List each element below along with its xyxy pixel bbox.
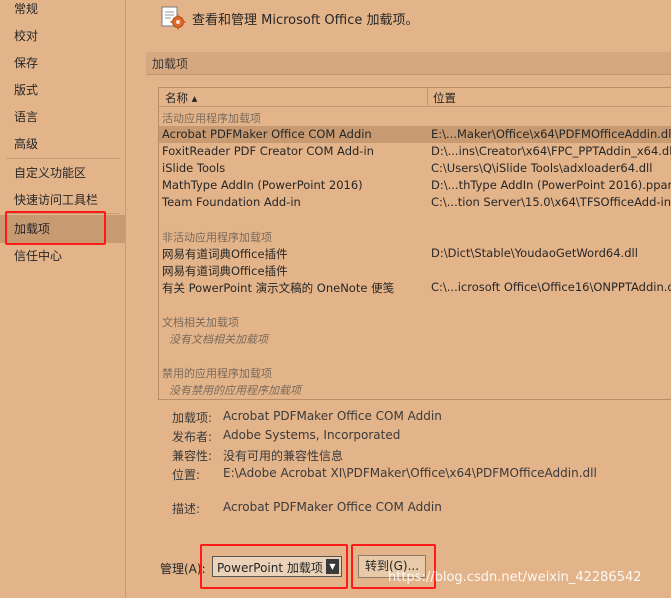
sidebar-item-customize-ribbon[interactable]: 自定义功能区	[0, 160, 125, 186]
group-title-document: 文档相关加载项	[162, 316, 239, 329]
addin-location: E:\...Maker\Office\x64\PDFMOfficeAddin.d…	[431, 127, 671, 141]
sidebar-divider	[6, 158, 120, 159]
section-header: 加载项	[146, 52, 671, 75]
sidebar-item-trust-center[interactable]: 信任中心	[0, 243, 125, 269]
column-divider[interactable]	[427, 88, 428, 106]
detail-label-description: 描述:	[172, 502, 201, 516]
addin-location: C:\Users\Q\iSlide Tools\adxloader64.dll	[431, 161, 653, 175]
sidebar-item-advanced[interactable]: 高级	[0, 131, 125, 157]
detail-value-location: E:\Adobe Acrobat XI\PDFMaker\Office\x64\…	[223, 466, 597, 480]
options-sidebar: 常规 校对 保存 版式 语言 高级 自定义功能区 快速访问工具栏 加载项 信任中…	[0, 0, 126, 598]
addin-name: MathType AddIn (PowerPoint 2016)	[162, 178, 363, 192]
group-title-active: 活动应用程序加载项	[162, 112, 261, 125]
addin-location: D:\...thType AddIn (PowerPoint 2016).ppa…	[431, 178, 671, 192]
sidebar-item-save[interactable]: 保存	[0, 50, 125, 76]
detail-label-location: 位置:	[172, 468, 201, 482]
detail-value-description: Acrobat PDFMaker Office COM Addin	[223, 500, 442, 514]
list-item[interactable]: Acrobat PDFMaker Office COM Addin E:\...…	[159, 126, 671, 143]
list-column-header: 名称 ▴ 位置	[159, 88, 671, 107]
highlight-box-manage	[200, 544, 348, 589]
detail-label-publisher: 发布者:	[172, 430, 213, 444]
detail-label-addin: 加载项:	[172, 411, 213, 425]
list-item[interactable]: MathType AddIn (PowerPoint 2016) D:\...t…	[159, 177, 671, 194]
list-item[interactable]: iSlide Tools C:\Users\Q\iSlide Tools\adx…	[159, 160, 671, 177]
addin-location: D:\Dict\Stable\YoudaoGetWord64.dll	[431, 246, 638, 260]
addin-name: Acrobat PDFMaker Office COM Addin	[162, 127, 372, 141]
sidebar-item-general[interactable]: 常规	[0, 0, 125, 22]
group-empty-disabled: 没有禁用的应用程序加载项	[169, 384, 301, 397]
addin-name: 有关 PowerPoint 演示文稿的 OneNote 便笺	[162, 281, 395, 295]
addin-name: FoxitReader PDF Creator COM Add-in	[162, 144, 374, 158]
page-description: 查看和管理 Microsoft Office 加载项。	[192, 13, 419, 28]
highlight-box-addins	[5, 211, 106, 245]
sidebar-item-language[interactable]: 语言	[0, 104, 125, 130]
list-item[interactable]: 网易有道词典Office插件 D:\Dict\Stable\YoudaoGetW…	[159, 245, 671, 262]
addin-name: iSlide Tools	[162, 161, 226, 175]
watermark-text: https://blog.csdn.net/weixin_42286542	[388, 570, 642, 585]
list-item[interactable]: FoxitReader PDF Creator COM Add-in D:\..…	[159, 143, 671, 160]
column-header-location[interactable]: 位置	[433, 90, 456, 106]
addin-location: D:\...ins\Creator\x64\FPC_PPTAddin_x64.d…	[431, 144, 671, 158]
manage-label: 管理(A):	[160, 562, 206, 576]
addins-list[interactable]: 名称 ▴ 位置 活动应用程序加载项 Acrobat PDFMaker Offic…	[158, 87, 671, 400]
addin-name: Team Foundation Add-in	[162, 195, 301, 209]
sidebar-item-quick-access-toolbar[interactable]: 快速访问工具栏	[0, 187, 125, 213]
detail-value-addin: Acrobat PDFMaker Office COM Addin	[223, 409, 442, 423]
column-header-name[interactable]: 名称 ▴	[165, 90, 197, 106]
section-title: 加载项	[152, 57, 189, 71]
sidebar-item-layout[interactable]: 版式	[0, 77, 125, 103]
group-empty-document: 没有文档相关加载项	[169, 333, 268, 346]
addin-name: 网易有道词典Office插件	[162, 264, 288, 278]
list-item[interactable]: Team Foundation Add-in C:\...tion Server…	[159, 194, 671, 211]
group-title-inactive: 非活动应用程序加载项	[162, 231, 272, 244]
detail-value-compat: 没有可用的兼容性信息	[223, 449, 344, 463]
detail-value-publisher: Adobe Systems, Incorporated	[223, 428, 401, 442]
detail-label-compat: 兼容性:	[172, 449, 213, 463]
sidebar-item-proofing[interactable]: 校对	[0, 23, 125, 49]
addin-location: C:\...icrosoft Office\Office16\ONPPTAddi…	[431, 280, 671, 294]
addin-name: 网易有道词典Office插件	[162, 247, 288, 261]
gear-icon	[161, 6, 186, 30]
list-item[interactable]: 网易有道词典Office插件	[159, 262, 671, 279]
group-title-disabled: 禁用的应用程序加载项	[162, 367, 272, 380]
list-item[interactable]: 有关 PowerPoint 演示文稿的 OneNote 便笺 C:\...icr…	[159, 279, 671, 296]
addin-location: C:\...tion Server\15.0\x64\TFSOfficeAdd-…	[431, 195, 671, 209]
addins-panel: 查看和管理 Microsoft Office 加载项。 加载项 名称 ▴ 位置 …	[126, 0, 671, 598]
